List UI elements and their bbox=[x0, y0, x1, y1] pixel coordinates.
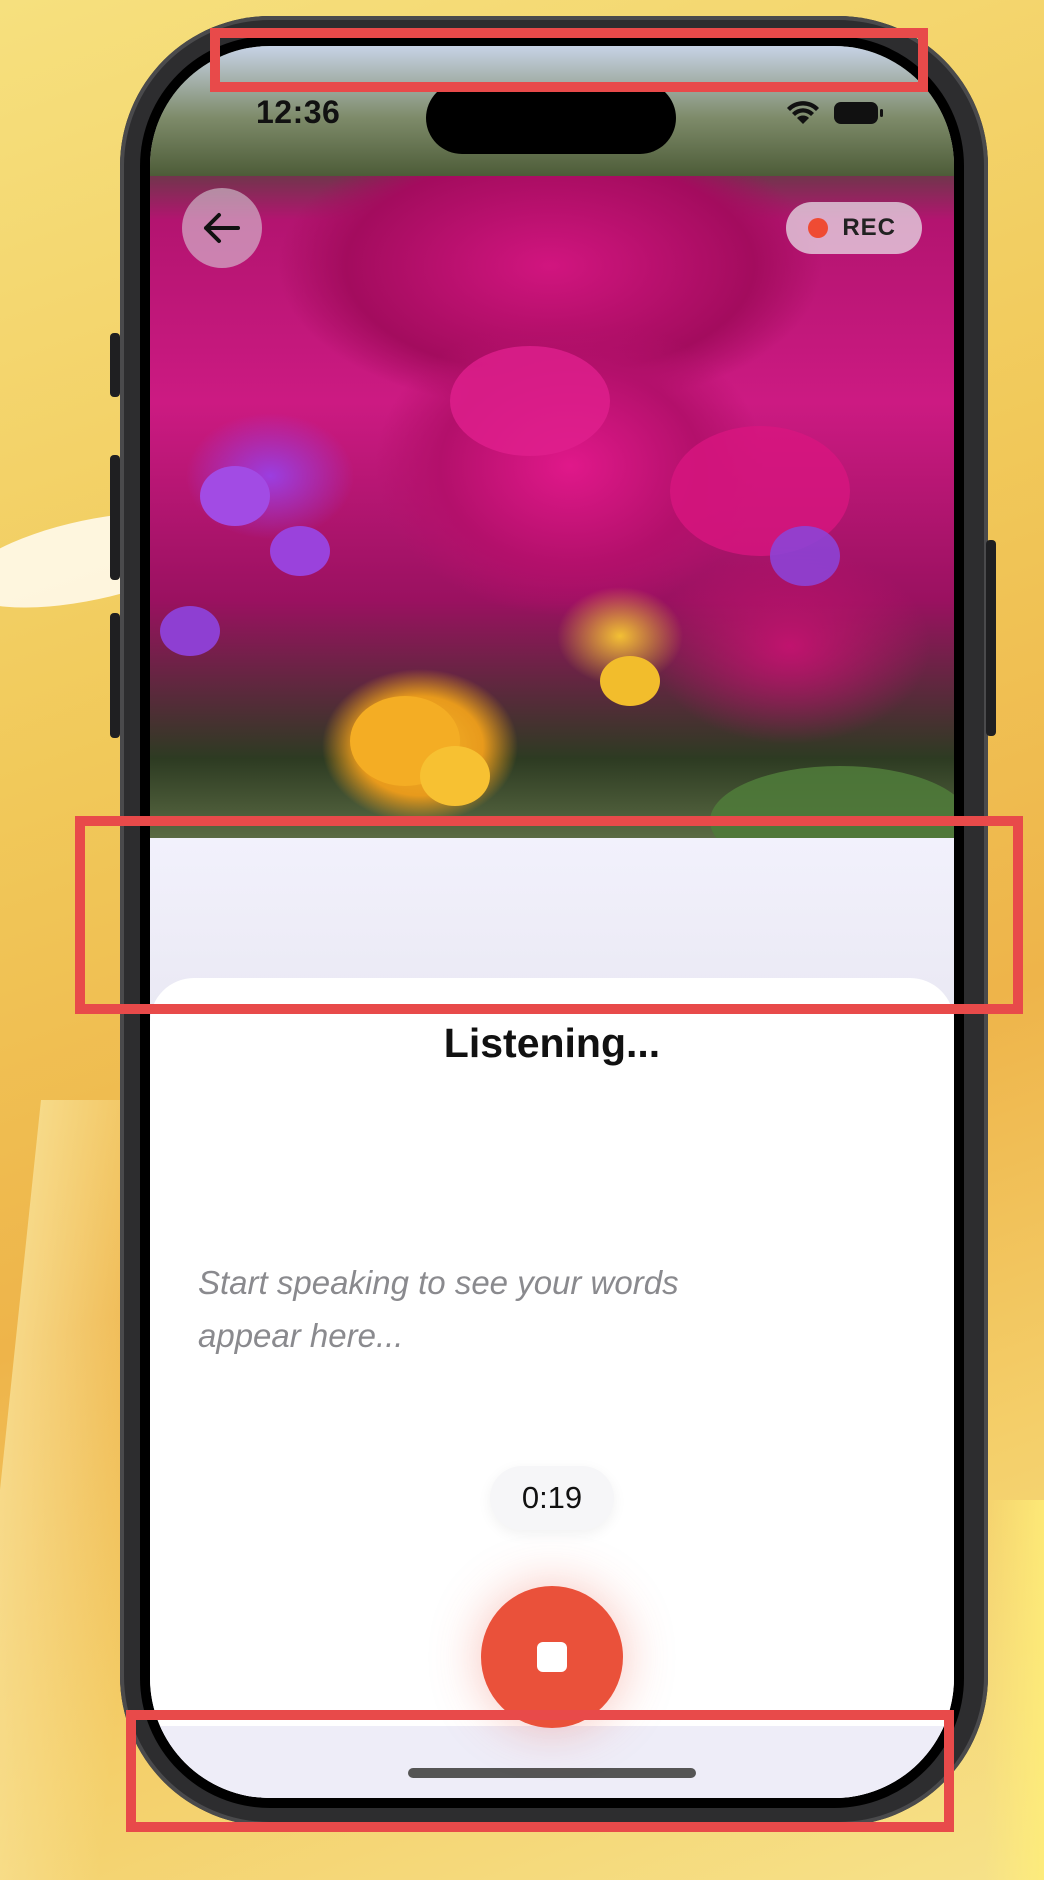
stop-recording-button[interactable] bbox=[481, 1586, 623, 1728]
photo-flower bbox=[420, 746, 490, 806]
recording-timer: 0:19 bbox=[490, 1466, 614, 1530]
transcript-placeholder: Start speaking to see your words appear … bbox=[198, 1264, 679, 1354]
recording-indicator: REC bbox=[786, 202, 922, 254]
recording-dot-icon bbox=[808, 218, 829, 238]
photo-flower bbox=[160, 606, 220, 656]
photo-flower bbox=[770, 526, 840, 586]
battery-icon bbox=[834, 102, 883, 124]
annotation-box-sheet-gap bbox=[75, 816, 1023, 1014]
rec-label: REC bbox=[842, 214, 896, 241]
arrow-left-icon bbox=[204, 213, 240, 243]
photo-flower bbox=[450, 346, 610, 456]
annotation-box-status-bar bbox=[210, 28, 928, 92]
stop-icon bbox=[537, 1642, 567, 1672]
photo-flower bbox=[600, 656, 660, 706]
phone-volume-up-button bbox=[110, 455, 120, 580]
back-button[interactable] bbox=[182, 188, 262, 268]
phone-power-button bbox=[986, 540, 996, 736]
background-decoration bbox=[984, 1500, 1044, 1880]
phone-volume-down-button bbox=[110, 613, 120, 738]
listening-title: Listening... bbox=[443, 1020, 661, 1066]
flower-photo bbox=[150, 46, 954, 838]
status-icons bbox=[786, 100, 883, 126]
dynamic-island bbox=[426, 82, 676, 154]
status-time: 12:36 bbox=[256, 94, 341, 130]
photo-flower bbox=[200, 466, 270, 526]
phone-mute-switch bbox=[110, 333, 120, 397]
annotation-box-home-indicator bbox=[126, 1710, 954, 1832]
wifi-icon bbox=[787, 101, 819, 124]
photo-flower bbox=[270, 526, 330, 576]
